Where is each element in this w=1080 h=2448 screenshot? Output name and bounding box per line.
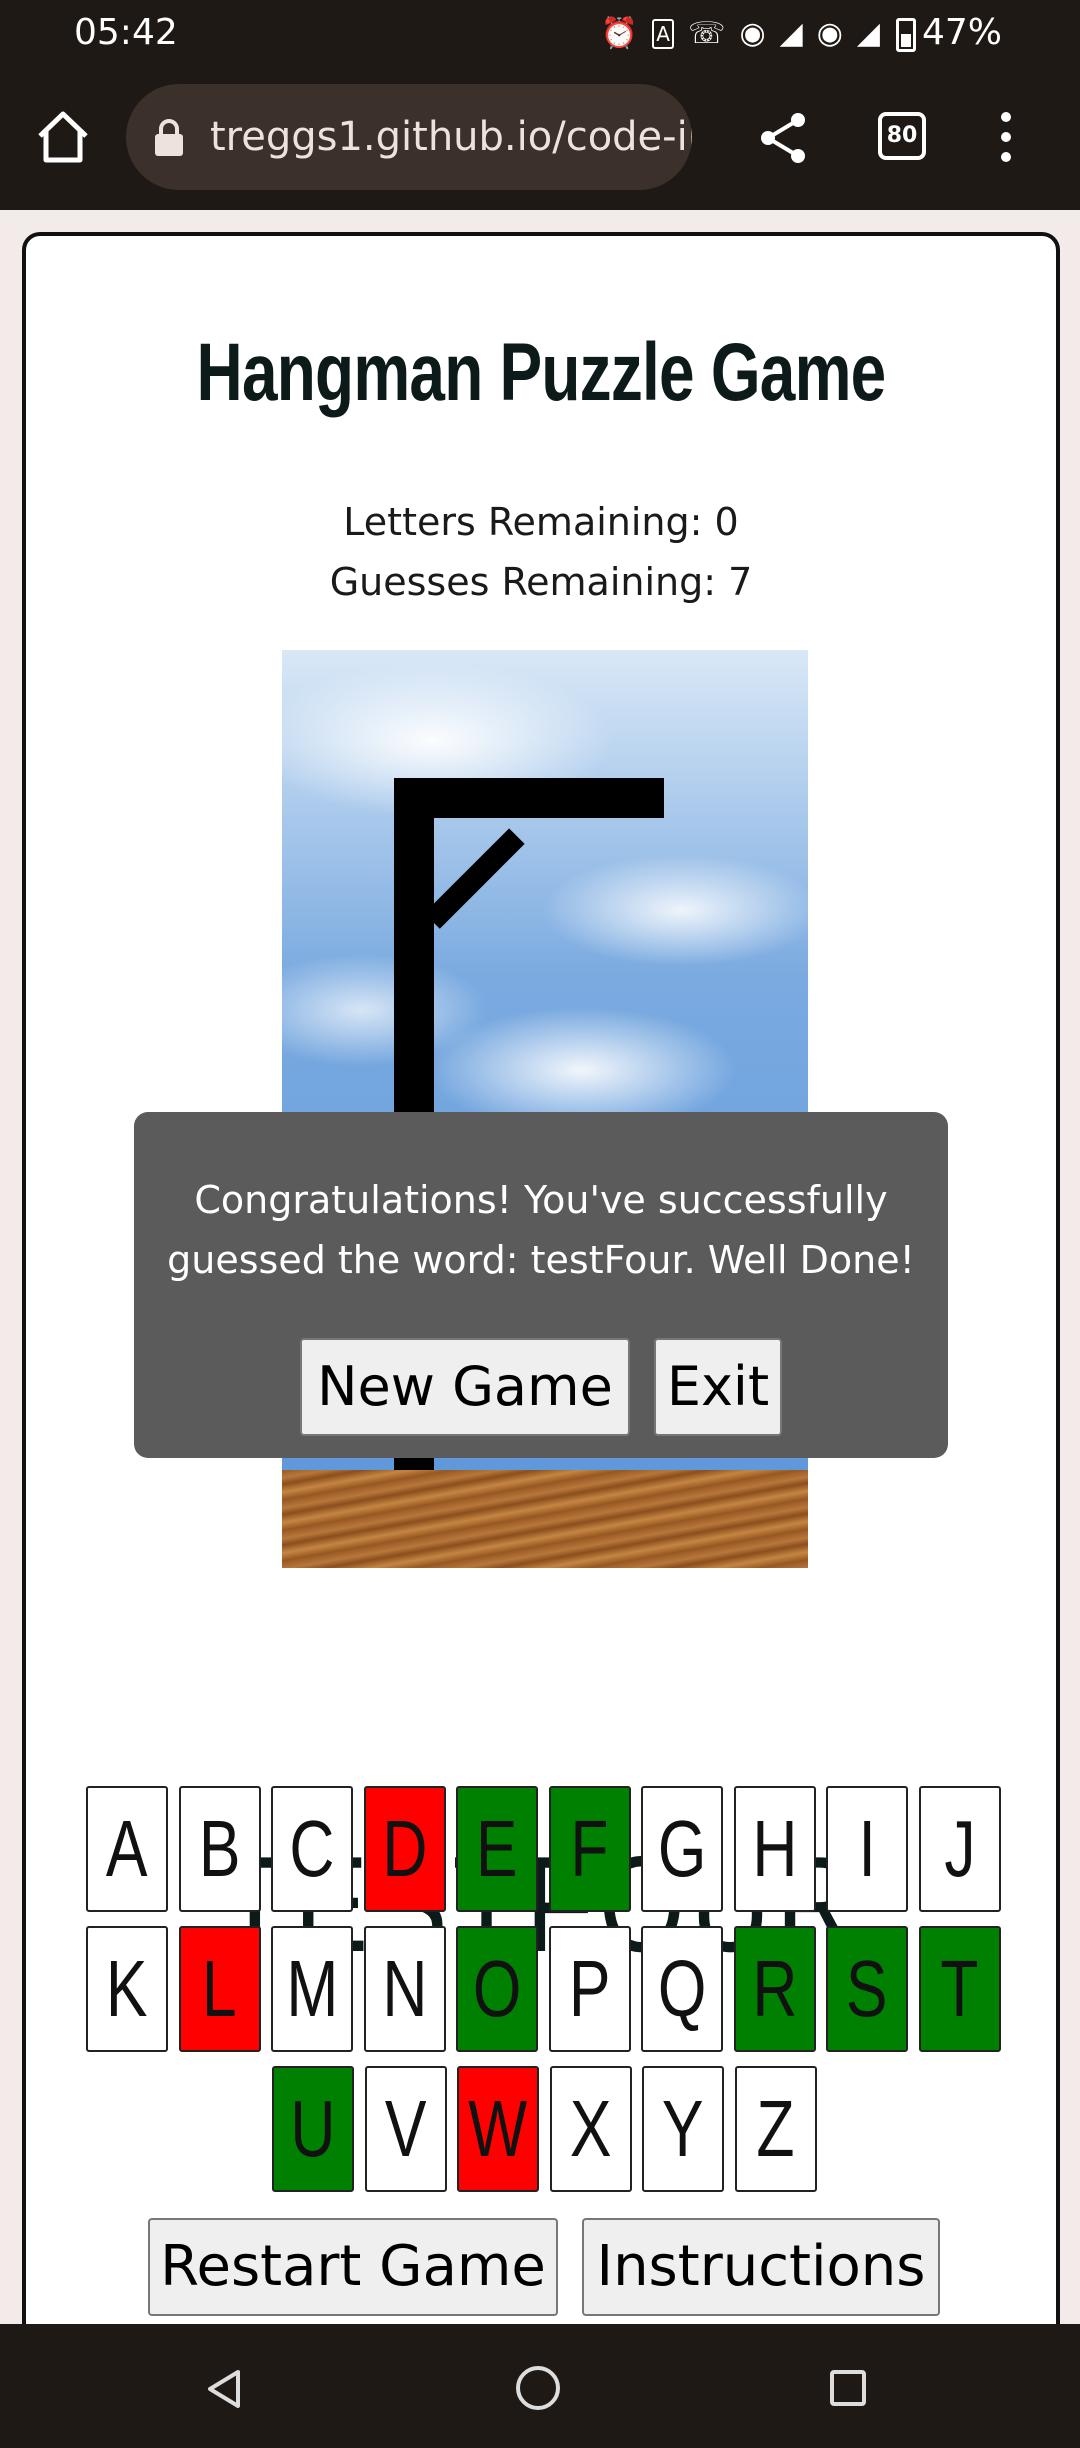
letter-key-t[interactable]: T [918, 1926, 1001, 2052]
letter-key-u[interactable]: U [272, 2066, 354, 2192]
letter-key-label: Z [756, 2084, 795, 2173]
alarm-icon: ⏰ [600, 16, 639, 51]
letter-key-label: W [468, 2084, 528, 2173]
letter-key-q[interactable]: Q [641, 1926, 723, 2052]
letter-key-label: X [569, 2084, 612, 2173]
letter-key-label: Y [662, 2084, 704, 2173]
browser-toolbar: treggs1.github.io/code-ir 80 [0, 70, 1080, 210]
letter-key-w[interactable]: W [457, 2066, 539, 2192]
letter-key-label: S [846, 1944, 888, 2033]
letter-key-z[interactable]: Z [734, 2066, 817, 2192]
instructions-button[interactable]: Instructions [582, 2218, 940, 2316]
letter-key-e[interactable]: E [456, 1786, 538, 1912]
letter-key-label: D [381, 1804, 428, 1893]
success-dialog: Congratulations! You've successfully gue… [134, 1112, 948, 1458]
gallows-beam [394, 778, 664, 818]
tab-count-button[interactable]: 80 [878, 112, 926, 160]
letter-key-f[interactable]: F [548, 1786, 631, 1912]
share-icon[interactable] [758, 110, 808, 166]
wifi-calling-icon: ☏ [687, 16, 726, 51]
letter-key-label: C [289, 1804, 335, 1893]
restart-game-button[interactable]: Restart Game [148, 2218, 558, 2316]
recent-apps-icon[interactable] [830, 2370, 866, 2406]
letter-key-label: N [381, 1944, 428, 2033]
page-title: Hangman Puzzle Game [196, 327, 887, 418]
letter-key-y[interactable]: Y [642, 2066, 724, 2192]
letter-key-label: H [751, 1804, 798, 1893]
letter-key-label: T [940, 1944, 979, 2033]
letter-key-label: J [943, 1804, 976, 1893]
letter-key-label: I [858, 1804, 876, 1893]
letter-key-h[interactable]: H [733, 1786, 816, 1912]
url-text[interactable]: treggs1.github.io/code-ir [210, 114, 692, 160]
exit-button[interactable]: Exit [654, 1338, 782, 1436]
letter-key-label: K [106, 1944, 148, 2033]
auto-hz-icon: A [652, 19, 674, 49]
wooden-floor [282, 1470, 808, 1568]
letter-key-a[interactable]: A [86, 1786, 168, 1912]
signal-2-icon: ◢ [856, 16, 880, 51]
system-nav-bar [0, 2324, 1080, 2448]
letter-key-r[interactable]: R [733, 1926, 816, 2052]
guesses-remaining: Guesses Remaining: 7 [329, 560, 753, 604]
hotspot-icon: ◉ [816, 16, 843, 51]
home-icon[interactable] [34, 108, 92, 166]
letter-key-m[interactable]: M [271, 1926, 353, 2052]
letter-key-o[interactable]: O [456, 1926, 538, 2052]
letters-remaining: Letters Remaining: 0 [343, 500, 739, 544]
letter-key-label: Q [657, 1944, 707, 2033]
letter-key-label: A [106, 1804, 148, 1893]
letter-key-label: V [384, 2084, 427, 2173]
letter-key-x[interactable]: X [549, 2066, 632, 2192]
letter-key-l[interactable]: L [178, 1926, 261, 2052]
letter-key-p[interactable]: P [548, 1926, 631, 2052]
battery-percent: 47% [921, 12, 1002, 53]
battery-icon [896, 18, 916, 52]
letter-key-label: B [198, 1804, 241, 1893]
letter-key-j[interactable]: J [918, 1786, 1001, 1912]
letter-key-g[interactable]: G [641, 1786, 723, 1912]
letter-key-label: R [751, 1944, 798, 2033]
home-nav-icon[interactable] [516, 2366, 560, 2410]
dialog-message: Congratulations! You've successfully gue… [167, 1178, 915, 1282]
letter-key-label: G [657, 1804, 707, 1893]
letter-key-k[interactable]: K [86, 1926, 168, 2052]
letter-key-label: E [476, 1804, 518, 1893]
back-icon[interactable] [204, 2368, 244, 2410]
letter-key-i[interactable]: I [826, 1786, 908, 1912]
lock-icon[interactable] [152, 118, 186, 158]
game-stats: Letters Remaining: 0 Guesses Remaining: … [26, 492, 1056, 612]
letter-key-c[interactable]: C [271, 1786, 353, 1912]
letter-key-d[interactable]: D [363, 1786, 446, 1912]
overflow-menu-icon[interactable] [996, 112, 1016, 168]
letter-key-b[interactable]: B [178, 1786, 261, 1912]
address-bar[interactable]: treggs1.github.io/code-ir [126, 84, 692, 190]
letter-key-s[interactable]: S [826, 1926, 908, 2052]
letter-key-n[interactable]: N [363, 1926, 446, 2052]
hotspot-icon: ◉ [739, 16, 766, 51]
letter-key-label: L [202, 1944, 237, 2033]
letter-key-label: M [286, 1944, 338, 2033]
signal-1-icon: ◢ [779, 16, 803, 51]
letter-key-label: P [568, 1944, 611, 2033]
letter-key-label: F [570, 1804, 609, 1893]
letter-key-label: O [472, 1944, 522, 2033]
new-game-button[interactable]: New Game [300, 1338, 630, 1436]
status-bar: 05:42 ⏰ A ☏ ◉ ◢ ◉ ◢ 47% [0, 0, 1080, 70]
letter-key-label: U [290, 2084, 336, 2173]
status-icons: ⏰ A ☏ ◉ ◢ ◉ ◢ [601, 14, 880, 54]
status-time: 05:42 [74, 12, 178, 53]
letter-key-v[interactable]: V [364, 2066, 447, 2192]
